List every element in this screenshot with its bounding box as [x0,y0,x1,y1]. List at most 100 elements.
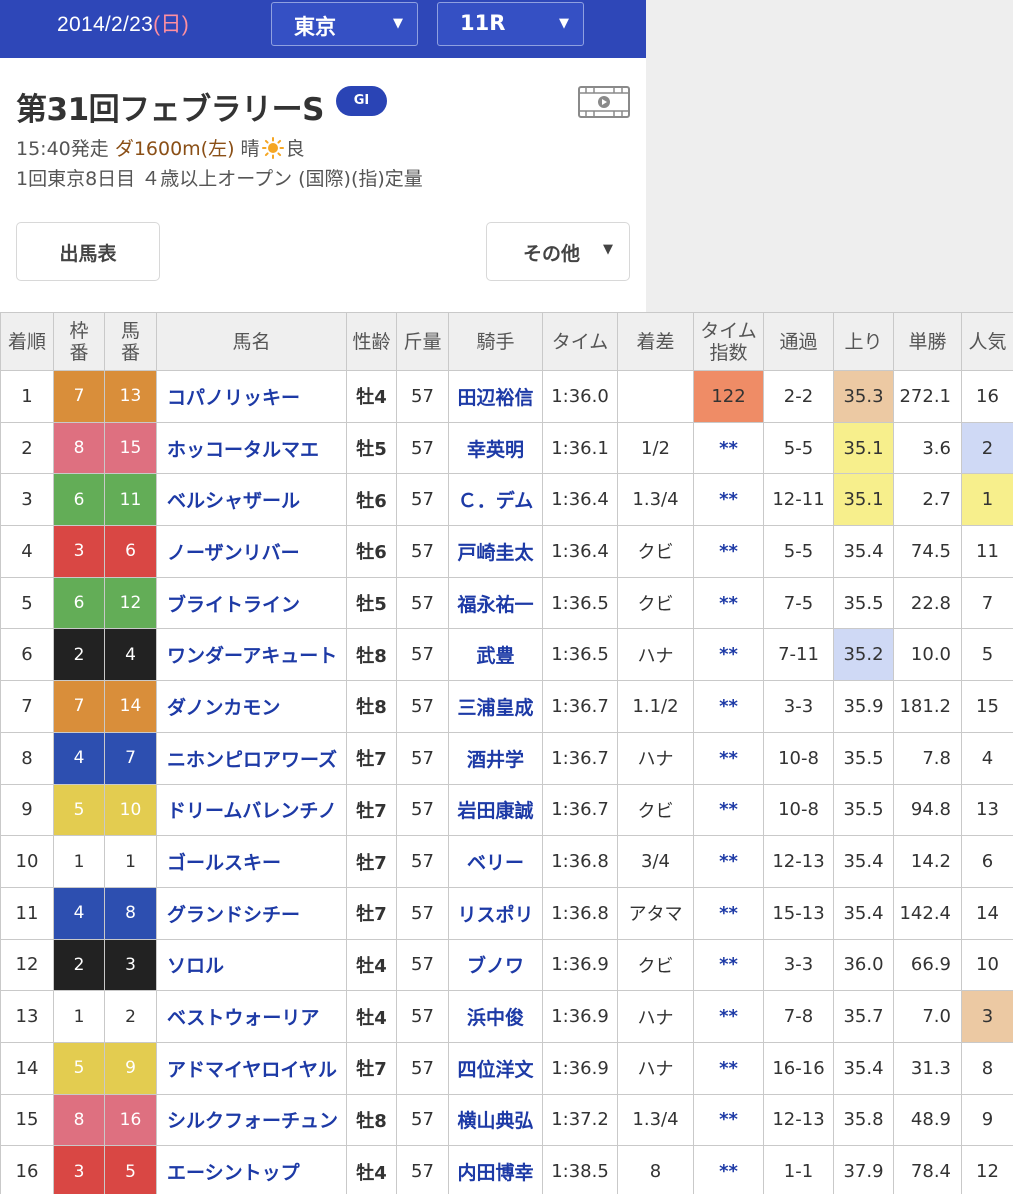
finish-time: 1:36.8 [542,835,618,888]
horse-number: 9 [104,1041,157,1095]
horse-number: 16 [104,1093,157,1147]
win-odds: 66.9 [893,938,962,992]
sex-age: 牡7 [346,1041,397,1095]
table-row: 5 6 12 ブライトライン 牡5 57 福永祐一 1:36.5 クビ ** 7-5 35.5 22.8… [0,576,1013,630]
horse-name-link[interactable]: ソロル [156,938,347,992]
finish-position: 8 [0,731,54,785]
horse-number: 14 [104,680,157,733]
horse-number: 2 [104,990,157,1043]
jockey-link[interactable]: 四位洋文 [448,1041,543,1095]
time-index: ** [693,525,764,578]
margin: ハナ [617,628,694,682]
sex-age: 牡4 [346,370,397,423]
jockey-link[interactable]: ブノワ [448,938,543,992]
popularity: 7 [961,576,1013,630]
win-odds: 181.2 [893,680,962,733]
video-icon[interactable] [578,86,630,118]
bracket-number: 2 [53,938,105,992]
horse-name-link[interactable]: ベストウォーリア [156,990,347,1043]
bracket-number: 5 [53,783,105,837]
margin: クビ [617,576,694,630]
col-header: タイム 指数 [693,312,764,371]
jockey-link[interactable]: 内田博幸 [448,1145,543,1194]
weight-carried: 57 [396,680,449,733]
horse-name-link[interactable]: シルクフォーチュン [156,1093,347,1147]
jockey-link[interactable]: 横山典弘 [448,1093,543,1147]
weight-carried: 57 [396,370,449,423]
horse-name-link[interactable]: コパノリッキー [156,370,347,423]
venue-select[interactable]: 東京 ▼ [271,2,418,46]
table-row: 14 5 9 アドマイヤロイヤル 牡7 57 四位洋文 1:36.9 ハナ ** 16-16 35.4… [0,1041,1013,1095]
entries-button[interactable]: 出馬表 [16,222,160,281]
jockey-link[interactable]: 酒井学 [448,731,543,785]
table-row: 16 3 5 エーシントップ 牡4 57 内田博幸 1:38.5 8 ** 1-1 37.9 78.4 1… [0,1145,1013,1194]
other-menu-button[interactable]: その他 ▼ [486,222,630,281]
passing-order: 3-3 [763,680,834,733]
sun-icon [261,137,284,159]
horse-name-link[interactable]: アドマイヤロイヤル [156,1041,347,1095]
date-text: 2014/2/23 [57,13,154,36]
win-odds: 2.7 [893,473,962,527]
finish-position: 5 [0,576,54,630]
horse-name-link[interactable]: グランドシチー [156,886,347,940]
horse-number: 8 [104,886,157,940]
horse-name-link[interactable]: ベルシャザール [156,473,347,527]
jockey-link[interactable]: 戸崎圭太 [448,525,543,578]
horse-name-link[interactable]: ホッコータルマエ [156,421,347,475]
time-index: 122 [693,370,764,423]
horse-name-link[interactable]: ノーザンリバー [156,525,347,578]
margin: クビ [617,525,694,578]
weight-carried: 57 [396,886,449,940]
finish-time: 1:36.9 [542,990,618,1043]
finish-position: 4 [0,525,54,578]
horse-name-link[interactable]: ゴールスキー [156,835,347,888]
jockey-link[interactable]: 三浦皇成 [448,680,543,733]
popularity: 9 [961,1093,1013,1147]
horse-name-link[interactable]: ワンダーアキュート [156,628,347,682]
jockey-link[interactable]: 浜中俊 [448,990,543,1043]
table-row: 6 2 4 ワンダーアキュート 牡8 57 武豊 1:36.5 ハナ ** 7-11 35.2 10.0… [0,628,1013,682]
win-odds: 31.3 [893,1041,962,1095]
venue-select-value: 東京 [294,15,336,39]
finish-time: 1:36.5 [542,576,618,630]
jockey-link[interactable]: ベリー [448,835,543,888]
horse-name-link[interactable]: ブライトライン [156,576,347,630]
horse-name-link[interactable]: ダノンカモン [156,680,347,733]
passing-order: 7-5 [763,576,834,630]
horse-number: 1 [104,835,157,888]
horse-name-link[interactable]: ドリームバレンチノ [156,783,347,837]
margin [617,370,694,423]
weight-carried: 57 [396,1093,449,1147]
jockey-link[interactable]: 幸英明 [448,421,543,475]
col-header: 馬番 [104,312,157,371]
jockey-link[interactable]: Ｃ．デム [448,473,543,527]
jockey-link[interactable]: 福永祐一 [448,576,543,630]
jockey-link[interactable]: リスポリ [448,886,543,940]
horse-number: 7 [104,731,157,785]
win-odds: 94.8 [893,783,962,837]
sex-age: 牡5 [346,576,397,630]
bracket-number: 4 [53,731,105,785]
col-header: 着順 [0,312,54,371]
last-3f-time: 35.7 [833,990,894,1043]
horse-name-link[interactable]: エーシントップ [156,1145,347,1194]
jockey-link[interactable]: 岩田康誠 [448,783,543,837]
weight-carried: 57 [396,421,449,475]
race-conditions: ４歳以上オープン (国際)(指)定量 [141,168,423,190]
sex-age: 牡8 [346,680,397,733]
table-row: 15 8 16 シルクフォーチュン 牡8 57 横山典弘 1:37.2 1.3/4 ** 12-13… [0,1093,1013,1147]
finish-position: 10 [0,835,54,888]
bracket-number: 7 [53,680,105,733]
weight-carried: 57 [396,835,449,888]
jockey-link[interactable]: 武豊 [448,628,543,682]
bracket-number: 8 [53,421,105,475]
finish-position: 7 [0,680,54,733]
win-odds: 3.6 [893,421,962,475]
col-header: タイム [542,312,618,371]
race-number-select[interactable]: 11R ▼ [437,2,584,46]
horse-name-link[interactable]: ニホンピロアワーズ [156,731,347,785]
weight-carried: 57 [396,1145,449,1194]
time-index: ** [693,938,764,992]
jockey-link[interactable]: 田辺裕信 [448,370,543,423]
margin: 3/4 [617,835,694,888]
